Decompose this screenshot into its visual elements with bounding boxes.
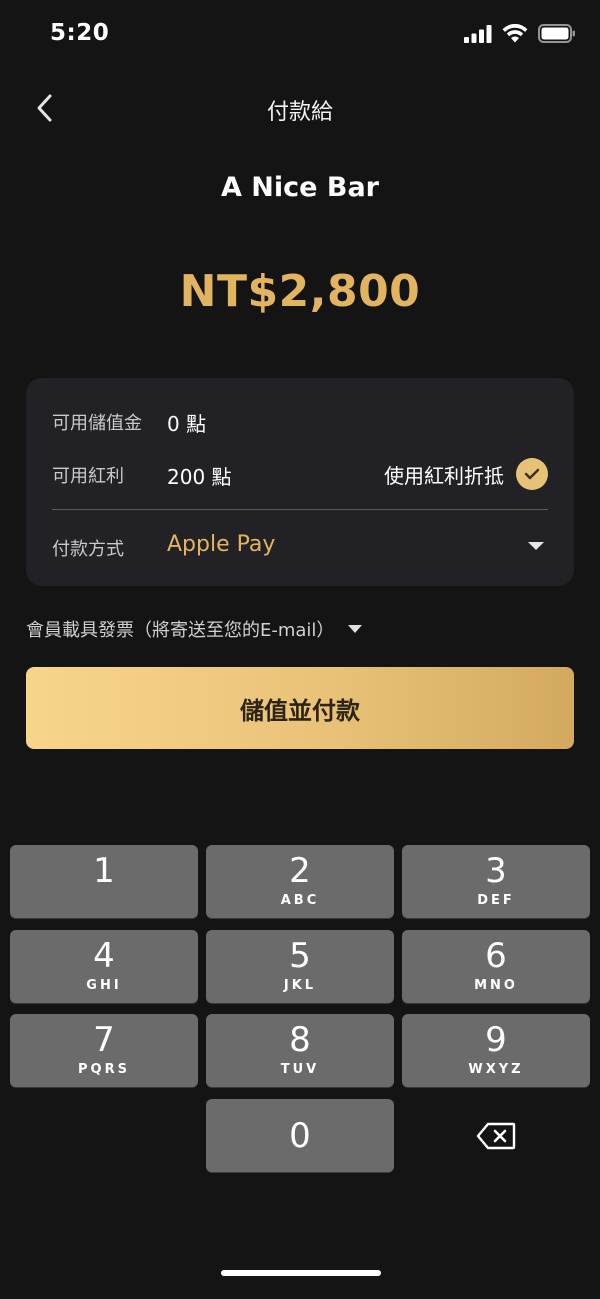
caret-down-icon (528, 542, 544, 550)
status-bar: 5:20 (0, 0, 600, 72)
invoice-label: 會員載具發票（將寄送至您的E-mail） (26, 620, 335, 641)
payment-method-label: 付款方式 (52, 539, 124, 560)
key-digit: 8 (289, 1020, 311, 1060)
key-2[interactable]: 2 ABC (206, 845, 394, 918)
wifi-icon (502, 24, 528, 43)
key-letters: DEF (477, 893, 515, 908)
key-digit: 3 (485, 851, 507, 891)
payment-method-dropdown[interactable] (526, 538, 546, 552)
cellular-signal-icon (464, 24, 492, 43)
key-digit: 6 (485, 936, 507, 976)
key-letters: TUV (280, 1062, 320, 1077)
key-letters: WXYZ (468, 1062, 524, 1077)
stored-value-label: 可用儲值金 (52, 413, 142, 434)
status-icons (464, 24, 576, 43)
key-letters: MNO (474, 978, 518, 993)
key-digit: 1 (93, 851, 115, 891)
key-6[interactable]: 6 MNO (402, 930, 590, 1003)
caret-down-icon (348, 625, 363, 633)
key-digit: 0 (289, 1116, 311, 1156)
home-indicator (221, 1270, 381, 1276)
key-digit: 7 (93, 1020, 115, 1060)
bonus-amount: 200 點 (167, 465, 232, 489)
delete-key[interactable] (402, 1099, 590, 1172)
stored-value-amount: 0 點 (167, 412, 207, 436)
key-digit: 2 (289, 851, 311, 891)
payee-name: A Nice Bar (221, 172, 379, 203)
key-0[interactable]: 0 (206, 1099, 394, 1172)
use-bonus-toggle[interactable]: 使用紅利折抵 (384, 458, 548, 490)
key-digit: 4 (93, 936, 115, 976)
payment-info-card: 可用儲值金 0 點 可用紅利 200 點 使用紅利折抵 付款方式 Apple P… (26, 378, 574, 586)
key-3[interactable]: 3 DEF (402, 845, 590, 918)
key-9[interactable]: 9 WXYZ (402, 1014, 590, 1087)
card-divider (52, 509, 548, 510)
bonus-label: 可用紅利 (52, 466, 124, 487)
payment-method-value[interactable]: Apple Pay (167, 532, 275, 557)
key-letters: JKL (283, 978, 317, 993)
key-1[interactable]: 1 (10, 845, 198, 918)
key-letters: GHI (86, 978, 122, 993)
key-4[interactable]: 4 GHI (10, 930, 198, 1003)
battery-icon (538, 24, 575, 43)
key-letters: PQRS (78, 1062, 130, 1077)
invoice-selector[interactable]: 會員載具發票（將寄送至您的E-mail） (26, 616, 364, 642)
key-digit: 5 (289, 936, 311, 976)
page-title: 付款給 (266, 100, 333, 125)
top-up-and-pay-button[interactable]: 儲值並付款 (26, 667, 574, 749)
key-8[interactable]: 8 TUV (206, 1014, 394, 1087)
backspace-icon (476, 1122, 516, 1149)
payment-amount: NT$2,800 (179, 266, 421, 317)
key-5[interactable]: 5 JKL (206, 930, 394, 1003)
status-time: 5:20 (50, 20, 110, 46)
key-7[interactable]: 7 PQRS (10, 1014, 198, 1087)
checkmark-icon (516, 458, 548, 490)
key-letters: ABC (280, 893, 320, 908)
use-bonus-label: 使用紅利折抵 (384, 463, 504, 488)
key-digit: 9 (485, 1020, 507, 1060)
